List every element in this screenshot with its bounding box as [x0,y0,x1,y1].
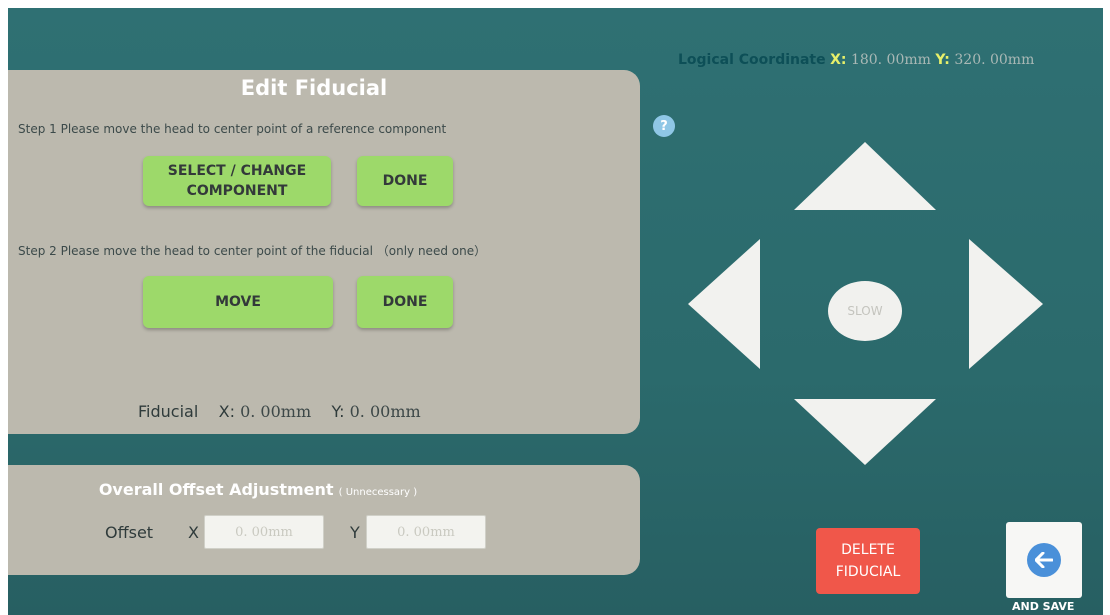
offset-label: Offset [105,523,154,542]
back-arrow-icon [1027,543,1061,577]
edit-fiducial-panel: Edit Fiducial Step 1 Please move the hea… [8,70,640,434]
offset-adjustment-panel: Overall Offset Adjustment ( Unnecessary … [8,465,640,575]
select-change-component-button[interactable]: SELECT / CHANGE COMPONENT [143,156,331,206]
offset-title: Overall Offset Adjustment [98,480,334,499]
step2-instruction: Step 2 Please move the head to center po… [18,244,487,258]
back-and-save-label: AND SAVE [1012,600,1075,613]
panel-title: Edit Fiducial [240,76,388,100]
offset-title-row: Overall Offset Adjustment ( Unnecessary … [8,480,618,499]
offset-y-label: Y [350,523,360,542]
coordinate-y-value: 320. 00mm [954,52,1035,68]
arrow-left-icon [688,239,760,369]
offset-y-input[interactable]: 0. 00mm [366,515,486,549]
step1-done-button[interactable]: DONE [357,156,453,206]
coordinate-label: Logical Coordinate [678,52,826,68]
fiducial-readout: Fiducial X: 0. 00mm Y: 0. 00mm [138,402,421,421]
logical-coordinate-readout: Logical Coordinate X: 180. 00mm Y: 320. … [678,52,1034,68]
coordinate-y-label: Y: [935,52,950,68]
delete-line1: DELETE [841,542,895,558]
step1-instruction: Step 1 Please move the head to center po… [18,122,447,136]
jog-left-button[interactable] [688,239,760,369]
coordinate-x-value: 180. 00mm [850,52,931,68]
step2-done-button[interactable]: DONE [357,276,453,328]
fiducial-x-value: 0. 00mm [240,402,312,421]
fiducial-y-value: 0. 00mm [349,402,421,421]
slow-speed-button[interactable]: SLOW [828,281,902,341]
arrow-down-icon [794,399,936,465]
back-and-save-button[interactable] [1006,522,1082,598]
move-button[interactable]: MOVE [143,276,333,328]
fiducial-x-label: X: [218,402,235,421]
offset-x-label: X [188,523,199,542]
jog-down-button[interactable] [794,399,936,465]
offset-x-input[interactable]: 0. 00mm [204,515,324,549]
arrow-up-icon [794,142,936,210]
fiducial-y-label: Y: [331,402,345,421]
select-button-line1: SELECT / CHANGE [167,163,307,179]
select-button-line2: COMPONENT [186,183,288,199]
delete-fiducial-button[interactable]: DELETE FIDUCIAL [816,528,920,594]
jog-right-button[interactable] [969,239,1043,369]
arrow-right-icon [969,239,1043,369]
jog-up-button[interactable] [794,142,936,210]
help-icon[interactable]: ? [653,115,675,137]
delete-line2: FIDUCIAL [835,564,901,580]
app-screen: Logical Coordinate X: 180. 00mm Y: 320. … [8,8,1103,615]
offset-subtitle: ( Unnecessary ) [338,487,418,498]
fiducial-label: Fiducial [138,402,199,421]
coordinate-x-label: X: [830,52,847,68]
